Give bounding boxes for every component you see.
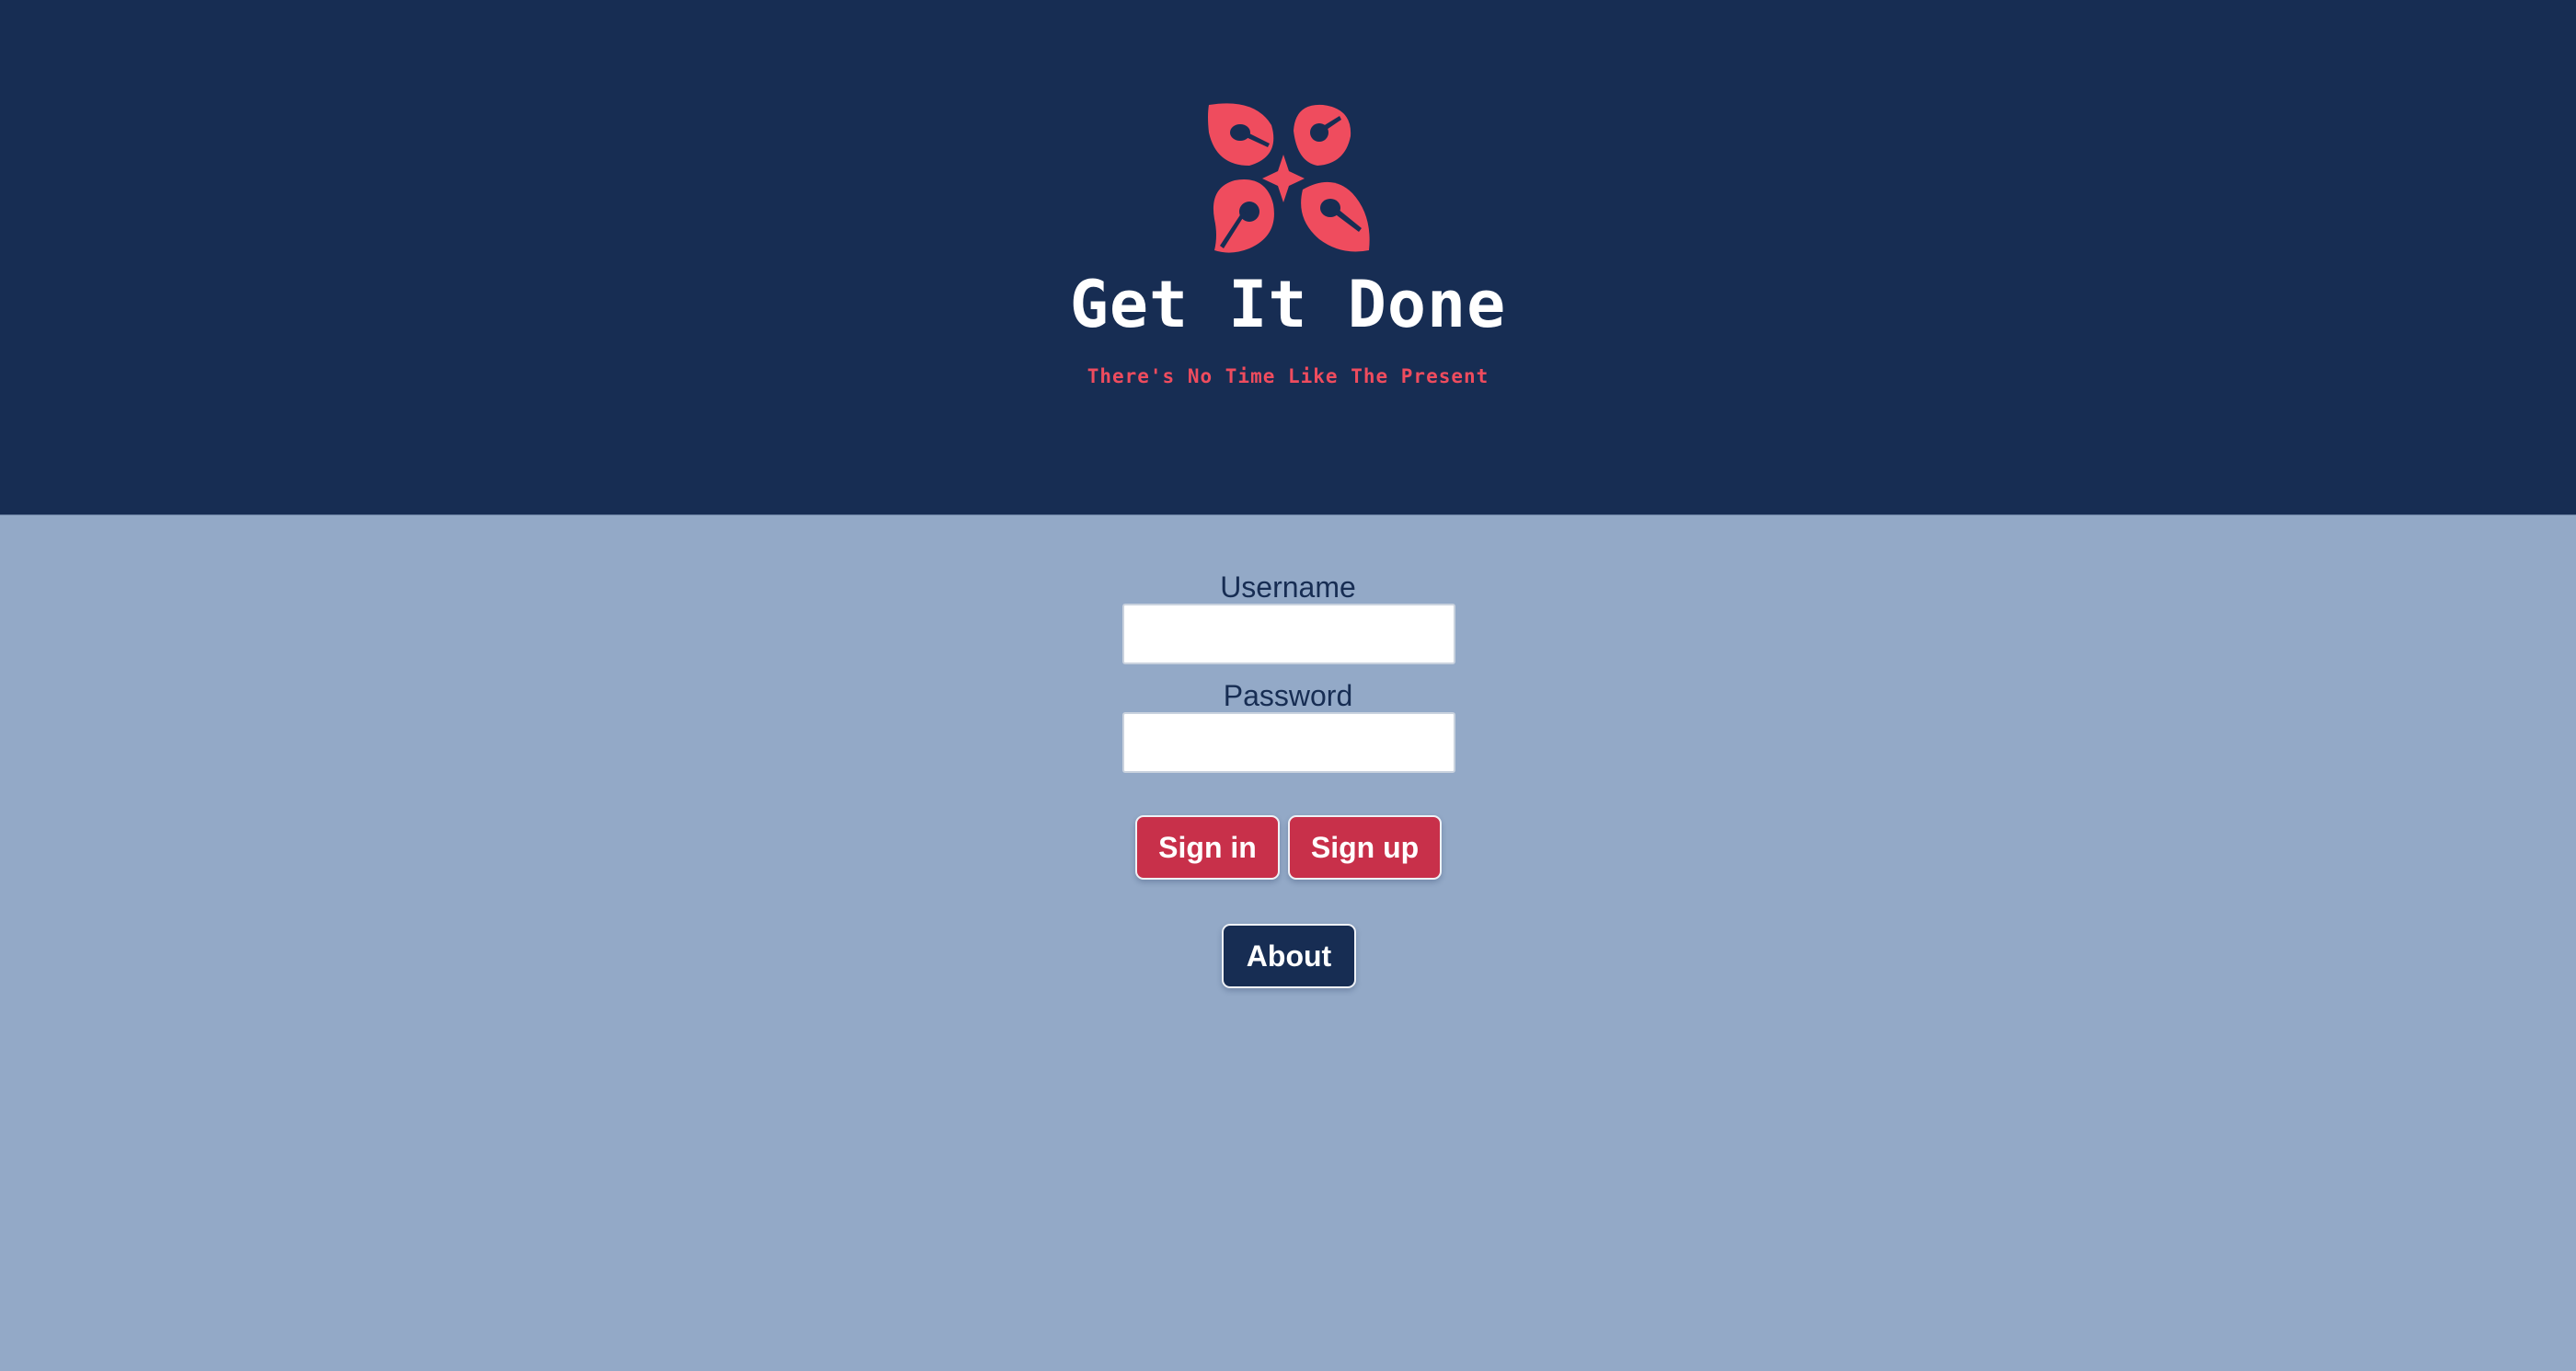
password-input[interactable] [1122, 712, 1455, 773]
sign-up-button[interactable]: Sign up [1288, 815, 1442, 880]
app-title: Get It Done [1069, 267, 1507, 342]
username-input[interactable] [1122, 604, 1455, 664]
username-label: Username [1220, 570, 1356, 604]
sign-in-button[interactable]: Sign in [1135, 815, 1280, 880]
app-tagline: There's No Time Like The Present [1087, 365, 1489, 387]
four-petal-clock-logo-icon [1208, 103, 1370, 253]
about-button[interactable]: About [1222, 924, 1356, 988]
password-label: Password [1223, 679, 1353, 712]
app-header: Get It Done There's No Time Like The Pre… [0, 0, 2576, 515]
